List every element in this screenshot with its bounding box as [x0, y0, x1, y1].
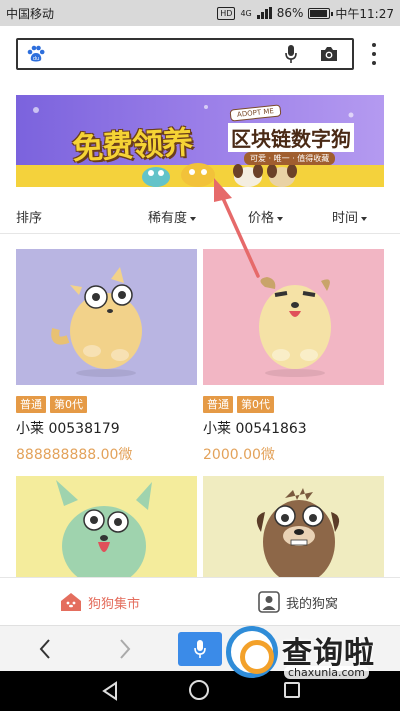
overflow-menu-icon[interactable]: [366, 41, 382, 67]
sort-price[interactable]: 价格: [248, 207, 284, 226]
paw-logo-icon: du: [26, 44, 46, 64]
sort-label: 排序: [16, 211, 43, 226]
watermark-logo-icon: [226, 626, 278, 678]
banner-subtitle: 区块链数字狗: [228, 123, 354, 152]
tab-label: 狗狗集市: [88, 596, 141, 612]
bottom-tab-bar: 狗狗集市 我的狗窝: [0, 577, 400, 625]
card-tags: 普通 第0代: [203, 396, 274, 413]
system-back-icon[interactable]: [100, 681, 120, 701]
carrier-label: 中国移动: [6, 6, 55, 21]
dog-card-image[interactable]: [16, 249, 197, 385]
voice-search-button[interactable]: [178, 632, 222, 666]
tab-my-kennel[interactable]: 我的狗窝: [258, 578, 338, 626]
status-bar: 中国移动 HD 4G 86% 中午11:27: [0, 0, 400, 26]
dog-card-image[interactable]: [16, 476, 197, 577]
watermark: 查询啦 chaxunla.com: [222, 622, 392, 688]
dog-illustration: [203, 476, 384, 577]
dog-house-icon: [61, 593, 81, 611]
caret-down-icon: [277, 216, 284, 221]
caret-down-icon: [190, 216, 197, 221]
dog-illustration: [16, 249, 197, 385]
promo-banner[interactable]: ADOPT ME 免费领养 区块链数字狗 可爱 · 唯一 · 值得收藏: [16, 95, 384, 187]
rarity-badge: 普通: [203, 396, 233, 413]
banner-title: 免费领养: [71, 124, 194, 168]
dog-illustration: [16, 476, 197, 577]
dog-card-image[interactable]: [203, 476, 384, 577]
search-header: du: [0, 26, 400, 84]
mic-icon: [194, 640, 206, 658]
search-input[interactable]: du: [16, 38, 354, 70]
card-tags: 普通 第0代: [16, 396, 87, 413]
profile-icon: [258, 591, 280, 613]
clock: 中午11:27: [335, 6, 394, 21]
svg-text:du: du: [33, 56, 39, 62]
dog-price: 2000.00微: [203, 447, 275, 463]
banner-tagline: 可爱 · 唯一 · 值得收藏: [244, 152, 336, 165]
caret-down-icon: [361, 216, 368, 221]
camera-icon[interactable]: [314, 41, 344, 67]
tab-dog-market[interactable]: 狗狗集市: [60, 578, 140, 626]
dog-price: 888888888.00微: [16, 447, 133, 463]
battery-icon: [308, 7, 334, 19]
generation-badge: 第0代: [50, 396, 87, 413]
forward-arrow-icon[interactable]: [112, 636, 136, 662]
status-icons: HD 4G 86% 中午11:27: [217, 5, 394, 22]
rarity-badge: 普通: [16, 396, 46, 413]
back-arrow-icon[interactable]: [34, 636, 58, 662]
signal-icon: [256, 7, 272, 19]
battery-percent: 86%: [276, 6, 304, 20]
dog-illustration: [203, 249, 384, 385]
dog-name[interactable]: 小莱 00541863: [203, 418, 307, 438]
tab-label: 我的狗窝: [286, 596, 339, 612]
system-home-icon[interactable]: [189, 680, 209, 700]
network-label: 4G: [240, 8, 252, 18]
sort-rarity[interactable]: 稀有度: [148, 207, 197, 226]
dog-name[interactable]: 小莱 00538179: [16, 418, 120, 438]
generation-badge: 第0代: [237, 396, 274, 413]
mic-icon[interactable]: [276, 41, 306, 67]
sort-time[interactable]: 时间: [332, 207, 368, 226]
hd-icon: HD: [217, 6, 236, 20]
dog-card-image[interactable]: [203, 249, 384, 385]
sort-bar: 排序 稀有度 价格 时间: [0, 198, 400, 234]
watermark-url: chaxunla.com: [284, 666, 369, 679]
